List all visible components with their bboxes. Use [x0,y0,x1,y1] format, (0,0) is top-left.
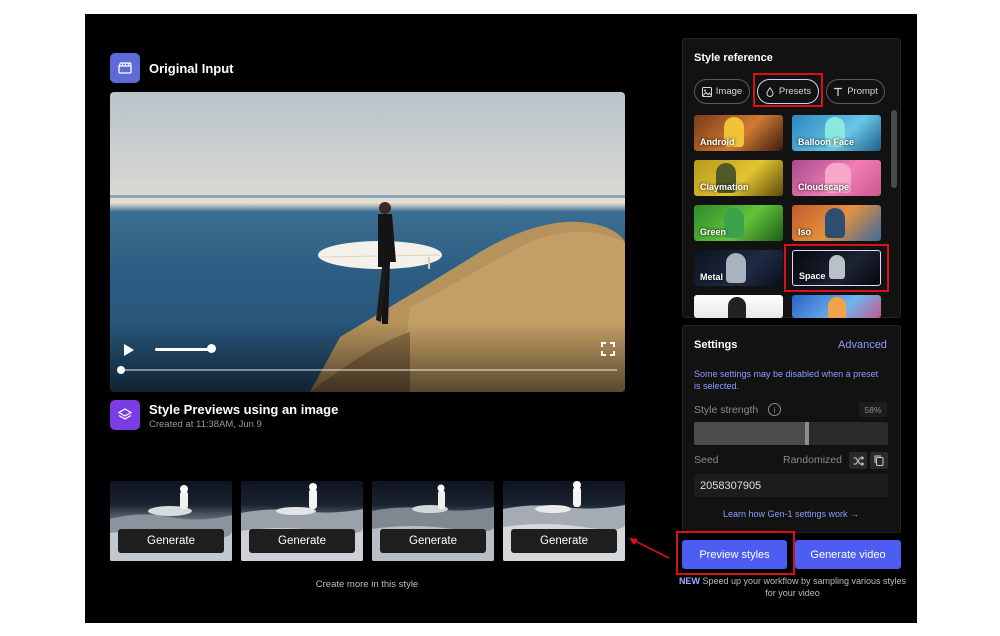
style-strength-value: 58% [859,402,887,417]
copy-icon[interactable] [870,452,888,469]
create-more-link[interactable]: Create more in this style [245,579,489,590]
image-icon [701,86,712,97]
new-feature-text: Speed up your workflow by sampling vario… [699,576,907,598]
preset-green[interactable]: Green [694,205,783,241]
info-icon[interactable]: i [768,403,781,416]
preset-claymation-label: Claymation [700,182,749,192]
style-strength-handle[interactable] [805,422,809,445]
style-strength-slider[interactable] [694,422,888,445]
text-icon [834,87,843,96]
settings-title: Settings [694,339,738,351]
preset-balloon-face-label: Balloon Face [798,137,855,147]
presets-scrollbar[interactable] [891,110,897,188]
preset-green-label: Green [700,227,727,237]
video-controls-shade [110,322,625,392]
preset-metal-label: Metal [700,272,724,282]
style-strength-label: Style strength [694,404,759,416]
new-feature-note: NEW Speed up your workflow by sampling v… [675,575,910,599]
tab-presets[interactable]: Presets [757,79,819,104]
shuffle-icon[interactable] [849,452,867,469]
seek-handle[interactable] [117,366,125,374]
preset-cloudscape-label: Cloudscape [798,182,850,192]
play-icon[interactable] [122,343,136,357]
app-window: Original Input Style Previews using an i… [85,14,917,623]
preset-metal[interactable]: Metal [694,250,783,286]
volume-track[interactable] [155,348,210,351]
style-previews-title: Style Previews using an image [149,402,339,417]
settings-note: Some settings may be disabled when a pre… [694,369,879,391]
fullscreen-icon[interactable] [601,342,615,356]
volume-handle[interactable] [207,344,216,353]
generate-video-button[interactable]: Generate video [795,540,901,569]
generate-button-4[interactable]: Generate [511,529,617,553]
preset-iso-label: Iso [798,227,812,237]
preset-space[interactable]: Space [792,250,881,286]
preset-partial-2[interactable] [792,295,881,318]
style-previews-timestamp: Created at 11:38AM, Jun 9 [149,419,262,430]
annotation-arrow [629,538,670,559]
generate-button-3[interactable]: Generate [380,529,486,553]
tab-prompt-label: Prompt [847,86,878,97]
style-strength-fill [694,422,807,445]
preview-styles-button[interactable]: Preview styles [682,540,787,569]
new-badge: NEW [678,576,700,586]
preset-claymation[interactable]: Claymation [694,160,783,196]
clapperboard-icon [110,53,140,83]
preset-android-label: Android [700,137,735,147]
tab-image[interactable]: Image [694,79,750,104]
tab-presets-label: Presets [778,86,812,97]
layers-icon [110,400,140,430]
tab-image-label: Image [715,86,743,97]
tab-prompt[interactable]: Prompt [826,79,885,104]
seed-label: Seed [694,454,719,466]
preset-space-label: Space [799,271,826,281]
preset-android[interactable]: Android [694,115,783,151]
video-player[interactable] [110,92,625,392]
learn-settings-link[interactable]: Learn how Gen-1 settings work → [694,509,888,519]
drop-icon [766,86,774,97]
style-reference-title: Style reference [694,52,773,64]
seed-input[interactable]: 2058307905 [694,474,888,497]
advanced-link[interactable]: Advanced [838,339,887,351]
preset-iso[interactable]: Iso [792,205,881,241]
preset-cloudscape[interactable]: Cloudscape [792,160,881,196]
generate-button-2[interactable]: Generate [249,529,355,553]
preset-partial-1[interactable] [694,295,783,318]
seek-bar[interactable] [120,369,617,371]
original-input-title: Original Input [149,61,234,76]
randomized-label: Randomized [783,454,842,466]
preset-balloon-face[interactable]: Balloon Face [792,115,881,151]
generate-button-1[interactable]: Generate [118,529,224,553]
